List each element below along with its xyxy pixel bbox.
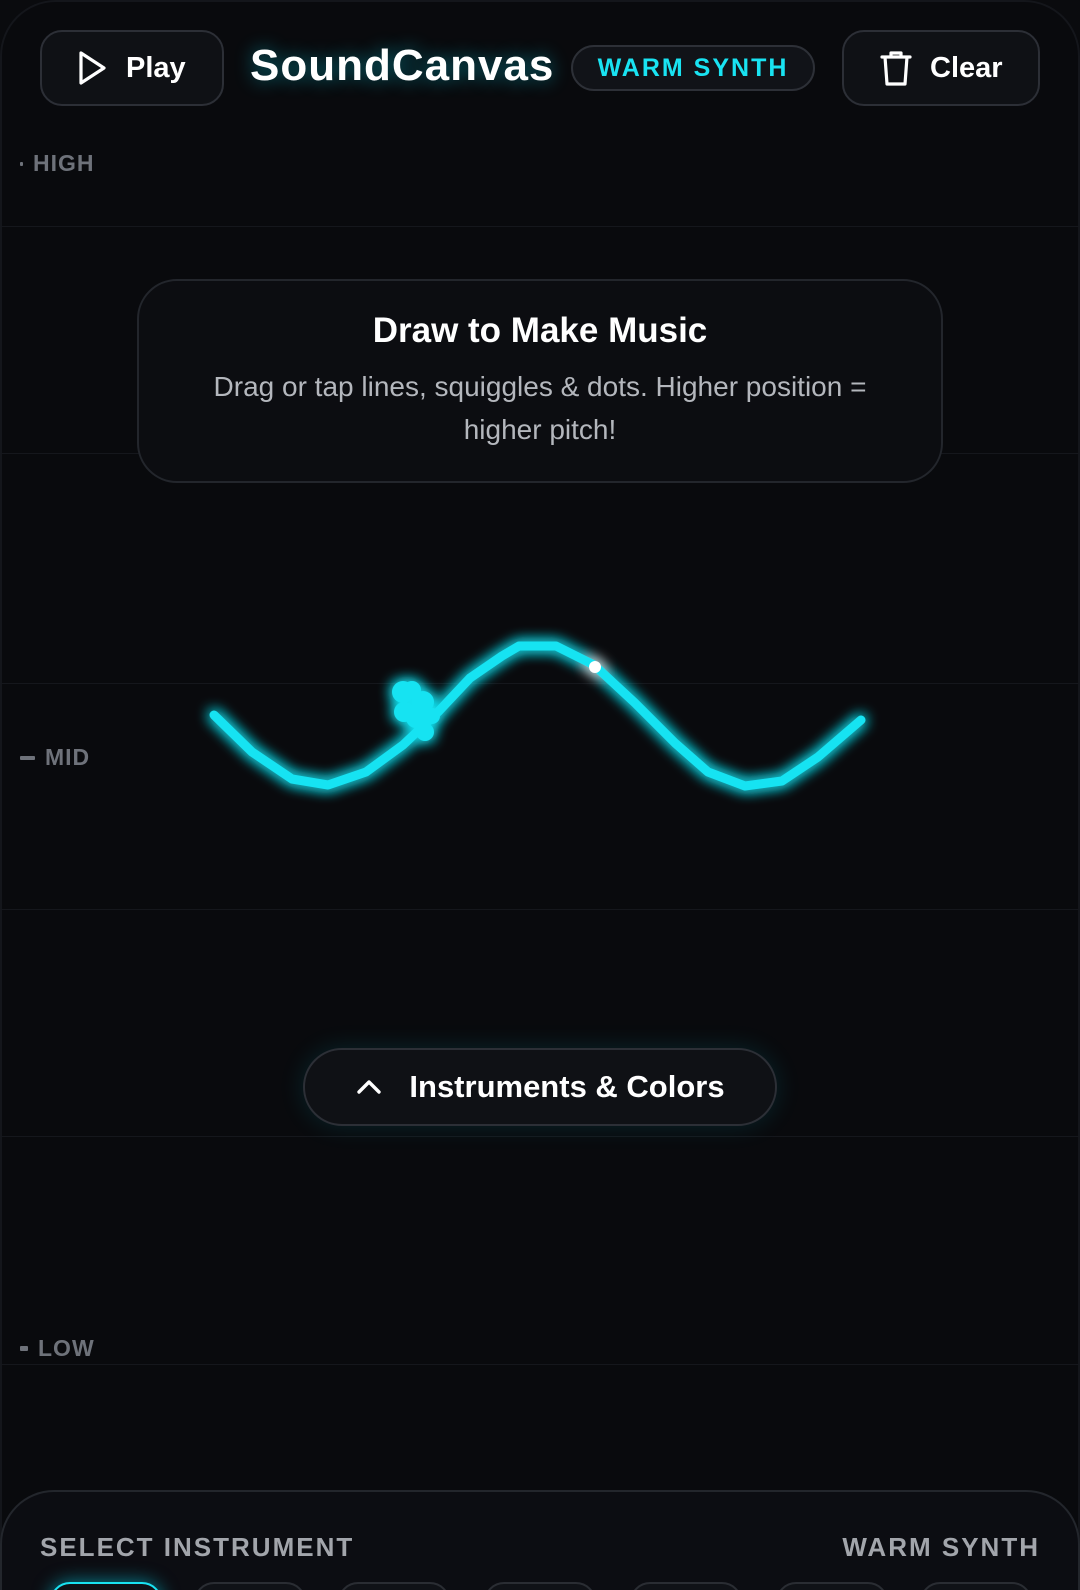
instruments-colors-label: Instruments & Colors (409, 1069, 725, 1104)
playhead-dot (589, 661, 601, 673)
drawing-canvas[interactable] (0, 0, 1080, 1590)
intro-card-text: Drag or tap lines, squiggles & dots. Hig… (213, 371, 867, 445)
instruments-colors-toggle[interactable]: Instruments & Colors (303, 1048, 777, 1126)
select-instrument-heading: SELECT INSTRUMENT (40, 1532, 355, 1562)
instrument-option[interactable] (484, 1582, 596, 1590)
instrument-option[interactable] (630, 1582, 742, 1590)
sound-canvas-app: Play SoundCanvas WARM SYNTH Clear HIGH M… (0, 0, 1080, 1590)
drawn-stroke (209, 641, 866, 791)
chevron-up-icon (357, 1080, 382, 1094)
instrument-option[interactable] (776, 1582, 888, 1590)
instrument-option[interactable] (50, 1582, 162, 1590)
instrument-option[interactable] (194, 1582, 306, 1590)
instrument-option[interactable] (338, 1582, 450, 1590)
instrument-panel: SELECT INSTRUMENT WARM SYNTH (0, 1490, 1080, 1590)
drawn-dot (424, 708, 440, 724)
instrument-option[interactable] (920, 1582, 1032, 1590)
selected-instrument-name: WARM SYNTH (842, 1532, 1040, 1562)
intro-card-title: Draw to Make Music (372, 311, 708, 350)
drawn-dot (416, 723, 434, 741)
intro-card: Draw to Make Music Drag or tap lines, sq… (137, 279, 943, 483)
